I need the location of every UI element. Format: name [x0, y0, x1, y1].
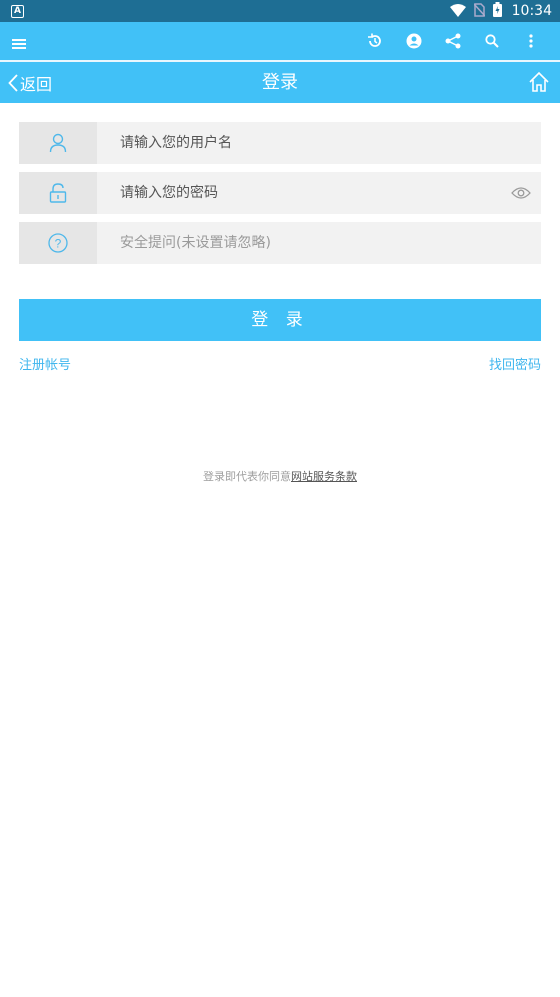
- no-sim-icon: [473, 2, 486, 21]
- share-icon[interactable]: [433, 22, 472, 60]
- password-field[interactable]: 请输入您的密码: [19, 172, 541, 214]
- lock-icon: [49, 183, 67, 203]
- username-field[interactable]: 请输入您的用户名: [19, 122, 541, 164]
- status-bar: A 10:34: [0, 0, 560, 22]
- search-icon[interactable]: [472, 22, 511, 60]
- toolbar: [0, 22, 560, 60]
- login-button[interactable]: 登 录: [19, 299, 541, 341]
- security-icon-box: ?: [19, 222, 97, 264]
- svg-text:?: ?: [55, 237, 62, 251]
- recover-password-link[interactable]: 找回密码: [489, 354, 541, 373]
- history-icon[interactable]: [355, 22, 394, 60]
- terms-link[interactable]: 网站服务条款: [291, 470, 357, 483]
- battery-charging-icon: [492, 1, 502, 21]
- terms-prefix: 登录即代表你同意: [203, 470, 291, 483]
- menu-icon[interactable]: [12, 34, 26, 53]
- username-input[interactable]: 请输入您的用户名: [120, 122, 232, 164]
- register-link[interactable]: 注册帐号: [19, 354, 71, 373]
- terms-notice: 登录即代表你同意网站服务条款: [0, 468, 560, 484]
- security-question-input[interactable]: 安全提问(未设置请忽略): [120, 222, 271, 264]
- security-question-field[interactable]: ? 安全提问(未设置请忽略): [19, 222, 541, 264]
- user-icon: [49, 133, 67, 153]
- page-title: 登录: [262, 72, 298, 93]
- home-icon[interactable]: [528, 71, 550, 97]
- more-vert-icon[interactable]: [511, 22, 550, 60]
- wifi-icon: [449, 2, 466, 21]
- page-header: 返回 登录: [0, 62, 560, 103]
- username-icon-box: [19, 122, 97, 164]
- show-password-icon[interactable]: [511, 185, 531, 204]
- password-icon-box: [19, 172, 97, 214]
- status-icons: 10:34: [449, 0, 552, 22]
- password-input[interactable]: 请输入您的密码: [120, 172, 218, 214]
- account-icon[interactable]: [394, 22, 433, 60]
- app-notification-icon: A: [11, 5, 24, 18]
- question-icon: ?: [48, 233, 68, 253]
- clock: 10:34: [511, 3, 552, 19]
